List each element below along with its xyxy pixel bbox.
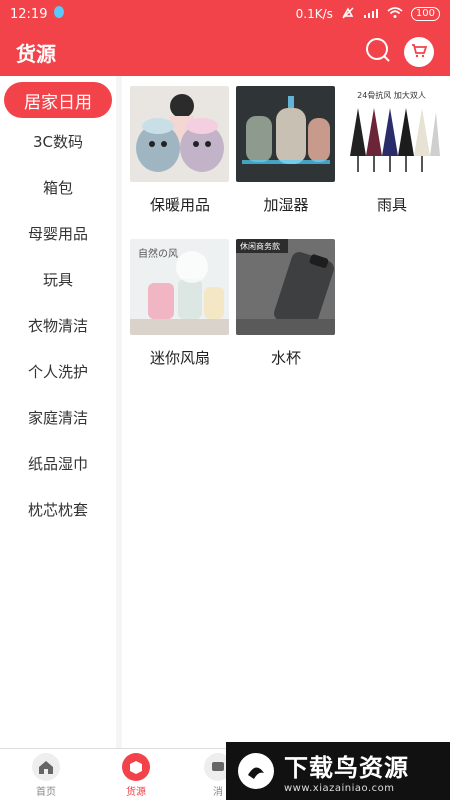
network-speed: 0.1K/s (295, 7, 333, 21)
sidebar-item-maternity[interactable]: 母婴用品 (0, 210, 116, 256)
sidebar-item-paper-wipes[interactable]: 纸品湿巾 (0, 440, 116, 486)
search-button[interactable] (364, 38, 392, 66)
product-card-humidifier[interactable]: 加湿器 (236, 86, 336, 214)
box-icon (122, 753, 150, 781)
sidebar-item-toys[interactable]: 玩具 (0, 256, 116, 302)
product-image-rain-gear: 24骨抗风 加大双人 (342, 86, 441, 182)
product-grid-area: 保暖用品 加湿器 24骨抗风 加大双人 雨具 自然の风 迷你风扇 休闲商务款 水… (122, 76, 450, 748)
status-time: 12:19 (10, 6, 48, 22)
product-image-humidifier (236, 86, 335, 182)
sidebar-item-label: 箱包 (42, 178, 73, 197)
battery-indicator: 100 (410, 7, 440, 21)
tab-messages-label: 消 (213, 787, 223, 798)
product-card-rain-gear[interactable]: 24骨抗风 加大双人 雨具 (342, 86, 442, 214)
home-icon (32, 753, 60, 781)
mute-icon (341, 6, 355, 23)
rain-gear-image-text: 24骨抗风 加大双人 (357, 90, 426, 100)
tab-home[interactable]: 首页 (16, 753, 76, 798)
product-label-mini-fan: 迷你风扇 (149, 349, 210, 367)
sidebar-item-label: 玩具 (42, 270, 73, 289)
watermark-banner: 下载鸟资源 www.xiazainiao.com (226, 742, 450, 800)
water-cup-image-text: 休闲商务款 (240, 241, 280, 251)
product-image-mini-fan: 自然の风 (130, 239, 229, 335)
qq-notification-icon (53, 5, 65, 23)
sidebar-item-label: 居家日用 (24, 92, 92, 113)
sidebar-item-label: 3C数码 (32, 132, 84, 151)
sidebar-item-label: 衣物清洁 (27, 316, 88, 335)
cart-button[interactable] (404, 37, 434, 67)
sidebar-item-label: 家庭清洁 (27, 408, 88, 427)
signal-icon (363, 7, 379, 22)
page-title: 货源 (16, 41, 56, 66)
sidebar-item-label: 母婴用品 (27, 224, 88, 243)
bird-logo-icon (236, 751, 276, 791)
product-label-warmers: 保暖用品 (149, 196, 210, 214)
category-sidebar: 居家日用 3C数码 箱包 母婴用品 玩具 衣物清洁 个人洗护 家庭清洁 纸品湿巾… (0, 76, 116, 748)
sidebar-item-label: 个人洗护 (27, 362, 88, 381)
sidebar-item-3c-digital[interactable]: 3C数码 (0, 118, 116, 164)
status-bar: 12:19 0.1K/s 100 (0, 0, 450, 28)
sidebar-item-bags[interactable]: 箱包 (0, 164, 116, 210)
sidebar-item-label: 枕芯枕套 (27, 500, 88, 519)
product-image-water-cup: 休闲商务款 (236, 239, 335, 335)
sidebar-item-home-cleaning[interactable]: 家庭清洁 (0, 394, 116, 440)
sidebar-item-pillows[interactable]: 枕芯枕套 (0, 486, 116, 532)
tab-sources[interactable]: 货源 (106, 753, 166, 798)
sidebar-item-laundry[interactable]: 衣物清洁 (0, 302, 116, 348)
cart-icon (410, 41, 428, 63)
mini-fan-image-text: 自然の风 (138, 247, 178, 260)
sidebar-item-personal-care[interactable]: 个人洗护 (0, 348, 116, 394)
product-card-warmers[interactable]: 保暖用品 (130, 86, 230, 214)
sidebar-item-label: 纸品湿巾 (27, 454, 88, 473)
tab-home-label: 首页 (36, 787, 56, 798)
product-image-warmers (130, 86, 229, 182)
watermark-url: www.xiazainiao.com (284, 783, 395, 794)
sidebar-item-household[interactable]: 居家日用 (4, 82, 112, 118)
product-label-rain-gear: 雨具 (376, 196, 407, 214)
tab-sources-label: 货源 (126, 787, 146, 798)
search-icon (364, 36, 392, 68)
watermark-title: 下载鸟资源 (284, 754, 409, 782)
product-label-water-cup: 水杯 (270, 349, 301, 367)
wifi-icon (387, 6, 403, 22)
product-card-mini-fan[interactable]: 自然の风 迷你风扇 (130, 239, 230, 367)
app-header: 货源 (0, 28, 450, 76)
product-label-humidifier: 加湿器 (263, 196, 309, 214)
product-card-water-cup[interactable]: 休闲商务款 水杯 (236, 239, 336, 367)
